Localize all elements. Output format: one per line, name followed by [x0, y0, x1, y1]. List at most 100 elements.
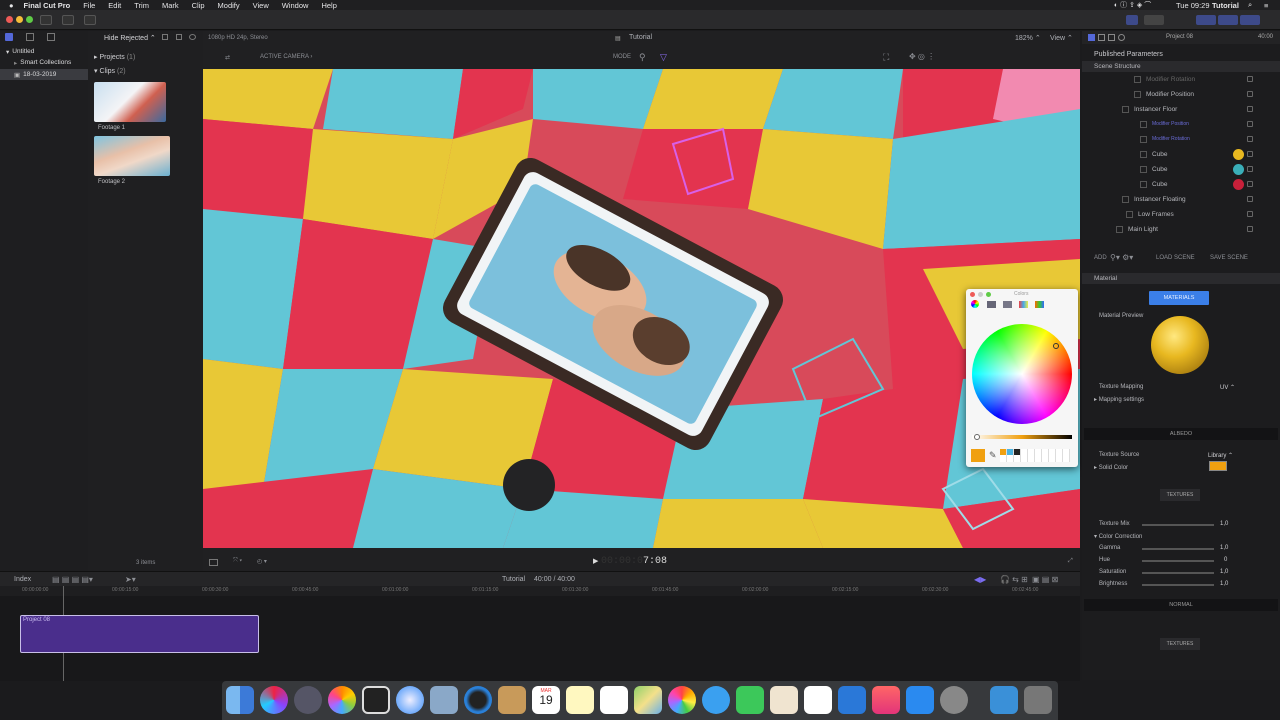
contacts-icon[interactable] [498, 686, 526, 714]
clip-thumbnail-footage-2[interactable] [94, 136, 170, 176]
menu-file[interactable]: File [83, 1, 95, 10]
spotlight-icon[interactable]: ⌕ [1248, 0, 1252, 10]
audio-skimming-icon[interactable]: ◀▶ [974, 575, 986, 584]
color-wheel[interactable] [972, 324, 1072, 424]
pages-icon[interactable] [770, 686, 798, 714]
scene-tree-item[interactable]: Low Frames [1082, 209, 1280, 221]
timeline[interactable]: 00:00:00:00 00:00:15:00 00:00:30:00 00:00:4… [0, 586, 1080, 681]
fullscreen-icon[interactable]: ⛶ [883, 52, 889, 63]
menu-help[interactable]: Help [321, 1, 336, 10]
show-timeline-button[interactable] [1218, 15, 1238, 25]
scene-tree-item[interactable]: Modifier Position [1082, 119, 1280, 131]
menu-edit[interactable]: Edit [108, 1, 121, 10]
scene-tree-item[interactable]: Cube [1082, 164, 1280, 176]
sliders-tab-icon[interactable] [987, 301, 996, 308]
texture-source-menu[interactable]: Library ⌃ [1208, 452, 1233, 459]
maps-icon[interactable] [634, 686, 662, 714]
libraries-icon[interactable] [5, 33, 13, 41]
speed-menu-icon[interactable]: ◴ ▾ [257, 558, 267, 565]
crop-menu-icon[interactable] [209, 559, 218, 566]
motion-icon[interactable] [328, 686, 356, 714]
view-menu[interactable]: View ⌃ [1050, 34, 1073, 42]
add-button[interactable]: ADD [1094, 255, 1107, 261]
menu-trim[interactable]: Trim [134, 1, 149, 10]
photos-icon[interactable] [668, 686, 696, 714]
texture-mix-value[interactable]: 1,0 [1220, 521, 1228, 527]
transform-menu-icon[interactable]: ⤧ ▾ [233, 558, 242, 565]
background-tasks-icon[interactable] [84, 15, 96, 25]
material-ball-icon[interactable] [1233, 164, 1244, 175]
visibility-checkbox[interactable] [1247, 121, 1253, 127]
visibility-checkbox[interactable] [1247, 181, 1253, 187]
calendar-icon[interactable]: MAR 19 [532, 686, 560, 714]
brightness-value[interactable]: 1,0 [1220, 581, 1228, 587]
scene-tree-item[interactable]: Main Light [1082, 224, 1280, 236]
zoom-picker-button[interactable] [986, 292, 991, 297]
scene-tree-item[interactable]: Cube [1082, 179, 1280, 191]
sidebar-item-event[interactable]: ▣ 18-03-2019 [0, 69, 88, 80]
saturation-slider[interactable] [1142, 572, 1214, 574]
video-inspector-icon[interactable] [1088, 34, 1095, 41]
show-inspector-button[interactable] [1240, 15, 1260, 25]
scene-tree-item[interactable]: Modifier Rotation [1082, 74, 1280, 86]
compressor-icon[interactable] [464, 686, 492, 714]
clips-group[interactable]: ▾ Clips (2) [94, 67, 126, 75]
textures-button-normal[interactable]: TEXTURES [1160, 638, 1200, 650]
trash-icon[interactable] [1024, 686, 1052, 714]
solid-color-swatch[interactable] [1209, 461, 1227, 471]
filter-inspector-icon[interactable] [1108, 34, 1115, 41]
scene-tree-item[interactable]: Cube [1082, 149, 1280, 161]
final-cut-pro-icon[interactable] [362, 686, 390, 714]
palettes-tab-icon[interactable] [1003, 301, 1012, 308]
photos-audio-icon[interactable] [26, 33, 34, 41]
visibility-checkbox[interactable] [1247, 196, 1253, 202]
clip-thumbnail-footage-1[interactable] [94, 82, 166, 122]
scene-tree-item[interactable]: Modifier Position [1082, 89, 1280, 101]
timeline-view-icons[interactable]: 🎧 ⇆ ⊞ [1000, 575, 1028, 584]
hue-slider[interactable] [1142, 560, 1214, 562]
zoom-window-button[interactable] [26, 16, 33, 23]
scene-tree-item[interactable]: Instancer Floating [1082, 194, 1280, 206]
info-icon[interactable] [1118, 34, 1125, 41]
list-view-icon[interactable] [162, 34, 168, 40]
facetime-icon[interactable] [736, 686, 764, 714]
solid-color-disclosure[interactable]: ▸ Solid Color [1094, 464, 1128, 471]
material-ball-icon[interactable] [1233, 179, 1244, 190]
visibility-checkbox[interactable] [1247, 91, 1253, 97]
siri-icon[interactable] [260, 686, 288, 714]
menubar-clock[interactable]: Tue 09:29 [1176, 1, 1210, 10]
material-ball-icon[interactable] [1233, 149, 1244, 160]
visibility-checkbox[interactable] [1247, 211, 1253, 217]
safari-icon[interactable] [396, 686, 424, 714]
minimize-window-button[interactable] [16, 16, 23, 23]
menubar-user[interactable]: Tutorial [1212, 1, 1239, 10]
share-button[interactable] [1144, 15, 1164, 25]
current-color-well[interactable] [971, 449, 985, 462]
hide-rejected-filter[interactable]: Hide Rejected ⌃ [104, 34, 156, 42]
numbers-icon[interactable] [804, 686, 832, 714]
visibility-checkbox[interactable] [1247, 151, 1253, 157]
titles-generators-icon[interactable] [47, 33, 55, 41]
textures-button[interactable]: TEXTURES [1160, 489, 1200, 501]
finder-icon[interactable] [226, 686, 254, 714]
edit-tools-icons[interactable]: ▤ ▤ ▤ ▤▾ [52, 575, 93, 584]
materials-button[interactable]: MATERIALS [1149, 291, 1209, 305]
select-tool-icon[interactable]: ➤▾ [125, 575, 136, 584]
status-icons[interactable]: ◐ ⓘ ⇪ ◈ ⌒ [1114, 0, 1151, 10]
brightness-slider[interactable] [1142, 584, 1214, 586]
load-scene-button[interactable]: LOAD SCENE [1156, 255, 1195, 261]
scene-tree-item[interactable]: Instancer Floor [1082, 104, 1280, 116]
sidebar-item-library[interactable]: ▾ Untitled [0, 46, 88, 57]
eyedropper-icon[interactable]: ✎ [989, 450, 997, 461]
brightness-slider-knob[interactable] [974, 434, 980, 440]
play-button[interactable]: ▶ [593, 557, 598, 565]
color-wheel-handle[interactable] [1053, 343, 1059, 349]
itunes-icon[interactable] [872, 686, 900, 714]
gamma-slider[interactable] [1142, 548, 1214, 550]
saturation-value[interactable]: 1,0 [1220, 569, 1228, 575]
filter-icon[interactable]: ▽ [660, 52, 667, 63]
info-inspector-icon[interactable] [1098, 34, 1105, 41]
notes-icon[interactable] [566, 686, 594, 714]
system-preferences-icon[interactable] [940, 686, 968, 714]
search-icon[interactable] [189, 34, 196, 40]
